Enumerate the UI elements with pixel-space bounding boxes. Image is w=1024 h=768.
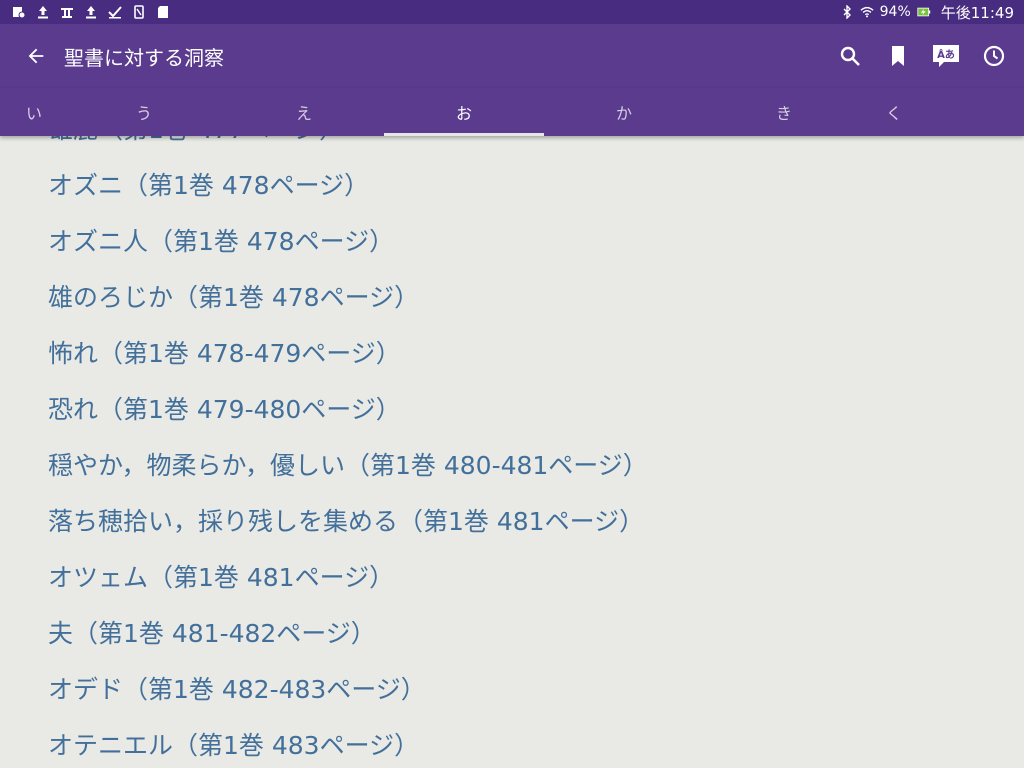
tab-label: く (885, 104, 902, 123)
tab-o[interactable]: お (384, 88, 544, 136)
toolbar-actions: Åあ (836, 42, 1008, 70)
phone-icon (132, 5, 146, 19)
battery-charging-icon (917, 5, 931, 19)
wifi-icon (860, 5, 874, 19)
index-tab-bar: い う え お か き く (0, 88, 1024, 136)
tab-label: か (615, 104, 632, 123)
app-bar: 聖書に対する洞察 Åあ (0, 24, 1024, 88)
battery-percent: 94% (879, 4, 911, 20)
translate-icon: Åあ (933, 45, 959, 67)
list-item[interactable]: 穏やか，物柔らか，優しい（第1巻 480-481ページ） (0, 436, 1024, 492)
tab-label: き (775, 104, 792, 123)
list-item[interactable]: オテニエル（第1巻 483ページ） (0, 716, 1024, 768)
tab-label: え (295, 104, 312, 123)
check-icon (108, 5, 122, 19)
notification-icons (12, 5, 170, 19)
history-clock-icon (983, 45, 1005, 67)
list-item[interactable]: 雄のろじか（第1巻 478ページ） (0, 268, 1024, 324)
list-item[interactable]: オデド（第1巻 482-483ページ） (0, 660, 1024, 716)
list-item[interactable]: 夫（第1巻 481-482ページ） (0, 604, 1024, 660)
list-item[interactable]: 恐れ（第1巻 479-480ページ） (0, 380, 1024, 436)
tab-label: お (455, 104, 472, 123)
list-item[interactable]: オズニ（第1巻 478ページ） (0, 156, 1024, 212)
history-button[interactable] (980, 42, 1008, 70)
tab-label: い (26, 104, 43, 123)
bookmark-button[interactable] (884, 42, 912, 70)
list-item[interactable]: 落ち穂拾い，採り残しを集める（第1巻 481ページ） (0, 492, 1024, 548)
article-list: 雄鹿（第1巻 477ページ） オズニ（第1巻 478ページ） オズニ人（第1巻 … (0, 136, 1024, 768)
tab-ku[interactable]: く (864, 88, 928, 136)
list-item[interactable]: 雄鹿（第1巻 477ページ） (0, 136, 1024, 156)
page-title: 聖書に対する洞察 (64, 45, 224, 70)
article-list-scroll[interactable]: 雄鹿（第1巻 477ページ） オズニ（第1巻 478ページ） オズニ人（第1巻 … (0, 136, 1024, 768)
tab-label: う (135, 104, 152, 123)
tab-i[interactable]: い (0, 88, 64, 136)
tab-ka[interactable]: か (544, 88, 704, 136)
bluetooth-icon (840, 5, 854, 19)
sd-card-icon (156, 5, 170, 19)
status-bar: 94% 午後11:49 (0, 0, 1024, 24)
status-time: 午後11:49 (940, 3, 1014, 22)
translate-button[interactable]: Åあ (932, 42, 960, 70)
system-status: 94% 午後11:49 (840, 2, 1014, 23)
list-item[interactable]: オズニ人（第1巻 478ページ） (0, 212, 1024, 268)
list-item[interactable]: オツェム（第1巻 481ページ） (0, 548, 1024, 604)
back-arrow-icon (28, 48, 44, 64)
upload-icon (84, 5, 98, 19)
sync-icon (60, 5, 74, 19)
notification-icon (12, 5, 26, 19)
search-button[interactable] (836, 42, 864, 70)
svg-text:Åあ: Åあ (937, 48, 955, 61)
upload-icon (36, 5, 50, 19)
tab-ki[interactable]: き (704, 88, 864, 136)
search-icon (840, 46, 860, 66)
tab-e[interactable]: え (224, 88, 384, 136)
bookmark-icon (892, 46, 904, 66)
tab-u[interactable]: う (64, 88, 224, 136)
list-item[interactable]: 怖れ（第1巻 478-479ページ） (0, 324, 1024, 380)
back-button[interactable] (20, 40, 52, 72)
